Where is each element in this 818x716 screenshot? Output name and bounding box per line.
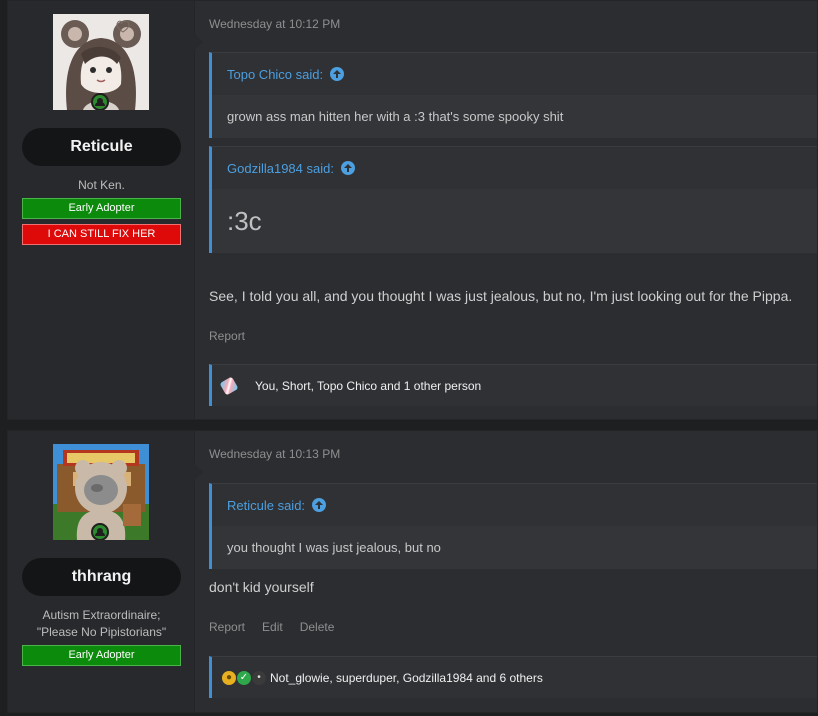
reactions-summary[interactable]: You, Short, Topo Chico and 1 other perso… <box>255 379 481 393</box>
user-title: Not Ken. <box>78 178 125 192</box>
username[interactable]: thhrang <box>22 558 181 596</box>
user-title-line-2: "Please No Pipistorians" <box>36 625 167 639</box>
quote-text: you thought I was just jealous, but no <box>212 526 817 569</box>
reactions-summary[interactable]: Not_glowie, superduper, Godzilla1984 and… <box>270 671 543 685</box>
post-timestamp[interactable]: Wednesday at 10:13 PM <box>209 447 340 461</box>
user-banner-early-adopter: Early Adopter <box>22 645 181 666</box>
quote-author[interactable]: Reticule said: <box>227 498 305 513</box>
avatar[interactable] <box>53 444 149 540</box>
quote-block: Reticule said: you thought I was just je… <box>209 483 817 569</box>
user-title-line-1: Autism Extraordinaire; <box>42 608 161 622</box>
user-info-panel: Reticule Not Ken. Early Adopter I CAN ST… <box>8 1 203 419</box>
rainbow-icon <box>237 378 251 393</box>
online-status-icon <box>91 523 109 540</box>
report-link[interactable]: Report <box>209 329 245 343</box>
online-status-icon <box>91 93 109 110</box>
reactions-bar[interactable]: ● ✓ • Not_glowie, superduper, Godzilla19… <box>209 656 817 698</box>
username[interactable]: Reticule <box>22 128 181 166</box>
jump-to-quote-icon[interactable] <box>340 161 355 175</box>
quote-text: grown ass man hitten her with a :3 that'… <box>212 95 817 138</box>
medal-icon: ● <box>222 670 236 685</box>
message-content: Wednesday at 10:12 PM Topo Chico said: g… <box>195 1 817 419</box>
quote-block: Godzilla1984 said: :3c <box>209 146 817 253</box>
post: thhrang Autism Extraordinaire; "Please N… <box>7 430 818 713</box>
trans-flag-icon <box>219 375 239 396</box>
reactions-bar[interactable]: You, Short, Topo Chico and 1 other perso… <box>209 364 817 406</box>
user-info-panel: thhrang Autism Extraordinaire; "Please N… <box>8 431 203 712</box>
user-banner-early-adopter: Early Adopter <box>22 198 181 219</box>
post-timestamp[interactable]: Wednesday at 10:12 PM <box>209 17 340 31</box>
quote-header[interactable]: Godzilla1984 said: <box>212 147 817 189</box>
quote-text: :3c <box>212 189 817 253</box>
quote-header[interactable]: Reticule said: <box>212 484 817 526</box>
quote-author[interactable]: Topo Chico said: <box>227 67 323 82</box>
quote-header[interactable]: Topo Chico said: <box>212 53 817 95</box>
edit-link[interactable]: Edit <box>262 620 283 634</box>
message-content: Wednesday at 10:13 PM Reticule said: you… <box>195 431 817 712</box>
ninja-icon: • <box>252 670 266 685</box>
post-actions: Report <box>209 329 245 343</box>
avatar[interactable] <box>53 14 149 110</box>
jump-to-quote-icon[interactable] <box>312 498 327 512</box>
report-link[interactable]: Report <box>209 620 245 634</box>
jump-to-quote-icon[interactable] <box>330 67 345 81</box>
user-banner-custom: I CAN STILL FIX HER <box>22 224 181 245</box>
post-actions: Report Edit Delete <box>209 620 334 634</box>
checkmark-icon: ✓ <box>237 670 251 685</box>
quote-author[interactable]: Godzilla1984 said: <box>227 161 334 176</box>
post-body: See, I told you all, and you thought I w… <box>209 288 793 304</box>
post-body: don't kid yourself <box>209 579 314 595</box>
post: Reticule Not Ken. Early Adopter I CAN ST… <box>7 0 818 420</box>
delete-link[interactable]: Delete <box>300 620 335 634</box>
quote-block: Topo Chico said: grown ass man hitten he… <box>209 52 817 138</box>
